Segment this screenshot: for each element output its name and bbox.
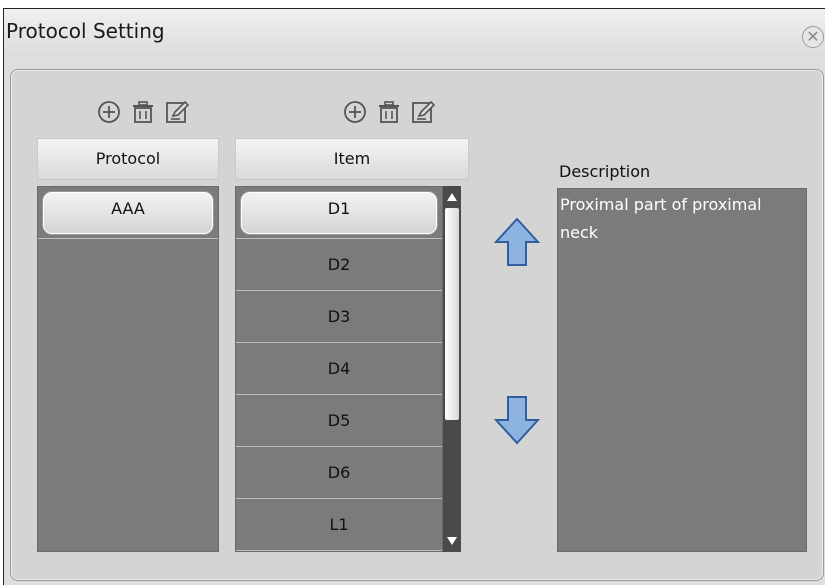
item-list[interactable]: D1 D2 D3 D4 D5 D6 L1 — [235, 186, 443, 552]
item-add-button[interactable] — [341, 98, 369, 126]
item-list-item-label: D2 — [327, 255, 351, 274]
item-list-item[interactable]: D6 — [236, 447, 442, 499]
triangle-up-icon — [447, 193, 457, 201]
close-icon: ✕ — [806, 27, 820, 46]
scroll-up-button[interactable] — [443, 186, 461, 208]
item-scrollbar[interactable] — [443, 186, 461, 552]
protocol-edit-button[interactable] — [163, 98, 191, 126]
close-button[interactable]: ✕ — [802, 26, 824, 48]
item-list-item-label: D4 — [327, 359, 351, 378]
item-list-item[interactable]: L1 — [236, 499, 442, 551]
delete-icon — [379, 101, 399, 123]
delete-icon — [133, 101, 153, 123]
description-textbox[interactable]: Proximal part of proximal neck — [557, 188, 807, 552]
edit-icon — [166, 100, 190, 123]
item-list-item[interactable]: D1 — [236, 187, 442, 239]
item-list-item-label: L1 — [329, 515, 349, 534]
description-label: Description — [559, 162, 651, 181]
item-list-item[interactable]: D4 — [236, 343, 442, 395]
scroll-thumb[interactable] — [445, 208, 459, 420]
item-list-item-label: D6 — [327, 463, 351, 482]
item-edit-button[interactable] — [409, 98, 437, 126]
protocol-column-header: Protocol — [37, 138, 219, 180]
add-icon — [98, 101, 120, 123]
content-panel: Protocol AAA Item D1 D2 D3 D4 D5 D6 L1 D… — [10, 69, 824, 581]
edit-icon — [412, 100, 436, 123]
item-toolbar — [341, 94, 437, 130]
protocol-setting-window: Protocol Setting ✕ Protocol AAA Item D1 … — [3, 8, 825, 585]
protocol-list-item[interactable]: AAA — [38, 187, 218, 239]
protocol-toolbar — [95, 94, 191, 130]
scroll-down-button[interactable] — [443, 530, 461, 552]
item-list-item-label: D3 — [327, 307, 351, 326]
add-icon — [344, 101, 366, 123]
protocol-list[interactable]: AAA — [37, 186, 219, 552]
window-title: Protocol Setting — [6, 19, 165, 43]
item-list-item-label: D5 — [327, 411, 351, 430]
triangle-down-icon — [447, 537, 457, 545]
item-list-item-label: D1 — [327, 199, 351, 218]
arrow-down-icon — [493, 396, 541, 445]
item-delete-button[interactable] — [375, 98, 403, 126]
protocol-add-button[interactable] — [95, 98, 123, 126]
move-up-button[interactable] — [493, 216, 541, 268]
protocol-list-item-label: AAA — [111, 199, 145, 218]
arrow-up-icon — [493, 217, 541, 266]
item-column-header: Item — [235, 138, 469, 180]
item-list-item[interactable]: D5 — [236, 395, 442, 447]
move-down-button[interactable] — [493, 394, 541, 446]
item-list-item[interactable]: D2 — [236, 239, 442, 291]
title-bar: Protocol Setting ✕ — [4, 9, 825, 57]
protocol-delete-button[interactable] — [129, 98, 157, 126]
item-list-item[interactable]: D3 — [236, 291, 442, 343]
